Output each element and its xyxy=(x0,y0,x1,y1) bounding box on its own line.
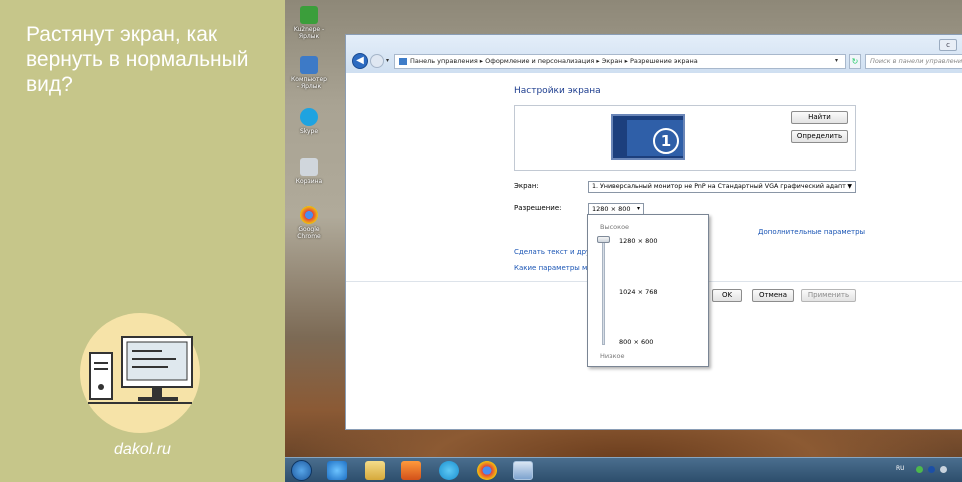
refresh-button[interactable]: ↻ xyxy=(849,54,861,69)
app-icon xyxy=(300,6,318,24)
back-button[interactable]: ◀ xyxy=(352,53,368,69)
identify-button[interactable]: Определить xyxy=(791,130,848,143)
window-toolbar: c ◀ ▾ Панель управления ▸ Оформление и п… xyxy=(346,35,962,73)
desktop-icon-label: Компьютер - Ярлык xyxy=(291,76,327,90)
search-input[interactable]: Поиск в панели управления xyxy=(865,54,962,69)
chevron-down-icon: ▼ xyxy=(847,183,852,190)
resolution-option[interactable]: 800 × 600 xyxy=(619,338,653,346)
start-icon[interactable] xyxy=(291,460,312,481)
address-dropdown-icon[interactable]: ▾ xyxy=(835,57,838,64)
text-size-link[interactable]: Сделать текст и другие xyxy=(514,248,589,256)
desktop-icon-chrome[interactable]: Google Chrome xyxy=(289,206,329,240)
monitor-settings-link[interactable]: Какие параметры мон xyxy=(514,264,589,272)
monitor-1-icon[interactable]: 1 xyxy=(611,114,685,160)
site-name: dakol.ru xyxy=(114,441,171,458)
screen-select-value: 1. Универсальный монитор не PnP на Станд… xyxy=(592,183,846,190)
resolution-slider-thumb[interactable] xyxy=(597,236,610,243)
history-dropdown-icon[interactable]: ▾ xyxy=(386,57,389,64)
chrome-icon[interactable] xyxy=(477,461,497,480)
desktop-icon-shortcut[interactable]: Ku2nepe - Ярлык xyxy=(289,6,329,40)
chrome-icon xyxy=(300,206,318,224)
computer-icon xyxy=(300,56,318,74)
skype-icon[interactable] xyxy=(439,461,459,480)
resolution-select-value: 1280 × 800 xyxy=(592,205,631,213)
page-title: Настройки экрана xyxy=(514,86,601,96)
monitor-number: 1 xyxy=(653,128,679,154)
resolution-slider-track[interactable] xyxy=(602,241,605,345)
screen-label: Экран: xyxy=(514,182,539,190)
chevron-down-icon: ▾ xyxy=(636,205,640,212)
high-label: Высокое xyxy=(600,223,630,231)
address-bar[interactable]: Панель управления ▸ Оформление и персона… xyxy=(394,54,846,69)
network-icon[interactable] xyxy=(916,466,923,473)
find-button[interactable]: Найти xyxy=(791,111,848,124)
window-control-button[interactable]: c xyxy=(939,39,957,51)
recycle-bin-icon xyxy=(300,158,318,176)
control-panel-icon[interactable] xyxy=(513,461,533,480)
resolution-option[interactable]: 1024 × 768 xyxy=(619,288,658,296)
language-indicator[interactable]: RU xyxy=(896,465,905,472)
desktop-icon-skype[interactable]: Skype xyxy=(289,108,329,135)
breadcrumb: Панель управления ▸ Оформление и персона… xyxy=(410,57,698,65)
logo-computer-icon xyxy=(80,313,200,433)
taskbar: RU xyxy=(285,457,962,482)
promo-panel: Растянут экран, как вернуть в нормальный… xyxy=(0,0,285,482)
control-panel-icon xyxy=(399,57,407,65)
desktop-icon-recycle-bin[interactable]: Корзина xyxy=(289,158,329,185)
desktop-icon-computer[interactable]: Компьютер - Ярлык xyxy=(289,56,329,90)
low-label: Низкое xyxy=(600,352,625,360)
promo-title: Растянут экран, как вернуть в нормальный… xyxy=(26,23,249,96)
media-player-icon[interactable] xyxy=(401,461,421,480)
monitor-screen: 1 xyxy=(627,120,683,156)
display-preview: 1 Найти Определить xyxy=(514,105,856,171)
desktop-icon-label: Google Chrome xyxy=(297,226,321,240)
ok-button[interactable]: OK xyxy=(712,289,742,302)
resolution-option[interactable]: 1280 × 800 xyxy=(619,237,658,245)
cancel-button[interactable]: Отмена xyxy=(752,289,794,302)
forward-button[interactable] xyxy=(370,54,384,68)
explorer-icon[interactable] xyxy=(365,461,385,480)
screen-select[interactable]: 1. Универсальный монитор не PnP на Станд… xyxy=(588,181,856,193)
skype-icon xyxy=(300,108,318,126)
apply-button[interactable]: Применить xyxy=(801,289,856,302)
desktop-icon-label: Skype xyxy=(299,128,319,135)
ie-icon[interactable] xyxy=(327,461,347,480)
desktop-icon-label: Корзина xyxy=(295,178,323,185)
resolution-label: Разрешение: xyxy=(514,204,562,212)
advanced-settings-link[interactable]: Дополнительные параметры xyxy=(758,228,865,236)
desktop-icon-label: Ku2nepe - Ярлык xyxy=(293,26,325,40)
resolution-dropdown[interactable]: Высокое 1280 × 800 1024 × 768 800 × 600 … xyxy=(587,214,709,367)
volume-icon[interactable] xyxy=(940,466,947,473)
bluetooth-icon[interactable] xyxy=(928,466,935,473)
